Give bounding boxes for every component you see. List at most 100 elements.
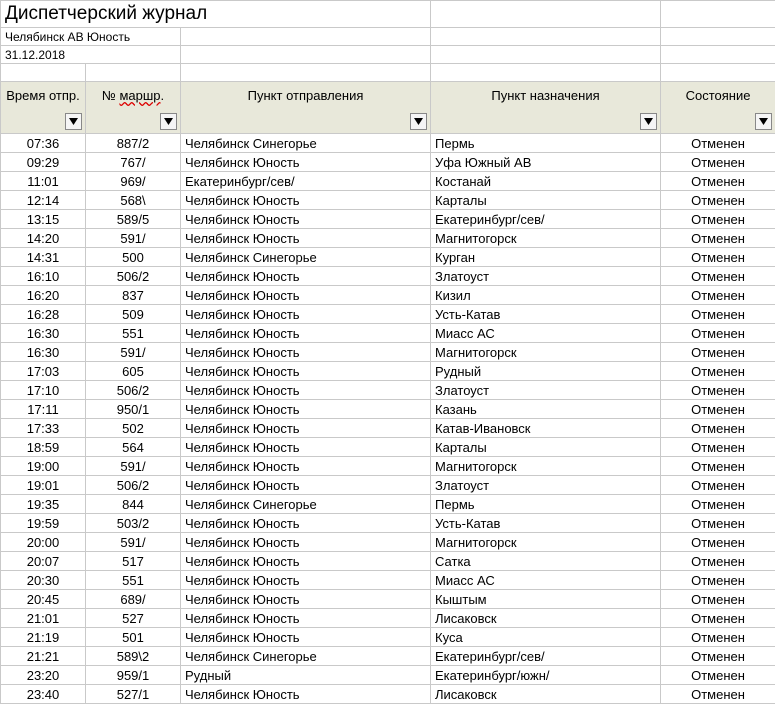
table-row: 16:28509Челябинск ЮностьУсть-КатавОтмене… xyxy=(1,305,775,324)
col-header-destination[interactable]: Пункт назначения xyxy=(431,82,661,134)
col-header-status[interactable]: Состояние xyxy=(661,82,775,134)
cell-status: Отменен xyxy=(661,172,775,191)
cell-departure: Челябинск Синегорье xyxy=(181,248,431,267)
cell-destination: Катав-Ивановск xyxy=(431,419,661,438)
cell-departure: Челябинск Синегорье xyxy=(181,647,431,666)
cell-route: 689/ xyxy=(86,590,181,609)
table-row: 19:59503/2Челябинск ЮностьУсть-КатавОтме… xyxy=(1,514,775,533)
cell-destination: Лисаковск xyxy=(431,609,661,628)
cell-destination: Костанай xyxy=(431,172,661,191)
cell-time: 20:07 xyxy=(1,552,86,571)
table-row: 16:30591/Челябинск ЮностьМагнитогорскОтм… xyxy=(1,343,775,362)
col-header-route[interactable]: № маршр. xyxy=(86,82,181,134)
filter-button-status[interactable] xyxy=(755,113,772,130)
col-header-time-label: Время отпр. xyxy=(6,88,80,103)
col-header-departure[interactable]: Пункт отправления xyxy=(181,82,431,134)
cell-route: 502 xyxy=(86,419,181,438)
cell-status: Отменен xyxy=(661,362,775,381)
cell-time: 23:20 xyxy=(1,666,86,685)
filter-button-time[interactable] xyxy=(65,113,82,130)
cell-time: 19:01 xyxy=(1,476,86,495)
cell-time: 19:00 xyxy=(1,457,86,476)
cell-destination: Магнитогорск xyxy=(431,343,661,362)
cell-destination: Усть-Катав xyxy=(431,305,661,324)
cell-destination: Куса xyxy=(431,628,661,647)
cell-destination: Кыштым xyxy=(431,590,661,609)
chevron-down-icon xyxy=(644,118,653,125)
cell-route: 501 xyxy=(86,628,181,647)
cell-destination: Златоуст xyxy=(431,381,661,400)
col-header-departure-label: Пункт отправления xyxy=(248,88,364,103)
page-title: Диспетчерский журнал xyxy=(1,1,431,28)
cell-time: 23:40 xyxy=(1,685,86,704)
cell-departure: Челябинск Синегорье xyxy=(181,134,431,153)
cell-time: 17:11 xyxy=(1,400,86,419)
date-row: 31.12.2018 xyxy=(1,46,775,64)
table-row: 19:35844Челябинск СинегорьеПермьОтменен xyxy=(1,495,775,514)
cell-route: 517 xyxy=(86,552,181,571)
cell-status: Отменен xyxy=(661,609,775,628)
cell-departure: Челябинск Юность xyxy=(181,153,431,172)
cell-departure: Челябинск Юность xyxy=(181,685,431,704)
cell-departure: Рудный xyxy=(181,666,431,685)
cell-status: Отменен xyxy=(661,685,775,704)
cell-route: 844 xyxy=(86,495,181,514)
col-header-time[interactable]: Время отпр. xyxy=(1,82,86,134)
filter-button-destination[interactable] xyxy=(640,113,657,130)
cell-time: 16:30 xyxy=(1,343,86,362)
cell-route: 589\2 xyxy=(86,647,181,666)
cell-route: 506/2 xyxy=(86,476,181,495)
cell-departure: Челябинск Юность xyxy=(181,324,431,343)
cell-destination: Казань xyxy=(431,400,661,419)
cell-route: 509 xyxy=(86,305,181,324)
cell-status: Отменен xyxy=(661,628,775,647)
cell-status: Отменен xyxy=(661,495,775,514)
cell-destination: Уфа Южный АВ xyxy=(431,153,661,172)
dispatcher-log-table: Диспетчерский журнал Челябинск АВ Юность… xyxy=(0,0,775,704)
cell-destination: Карталы xyxy=(431,191,661,210)
cell-time: 21:21 xyxy=(1,647,86,666)
cell-time: 09:29 xyxy=(1,153,86,172)
cell-status: Отменен xyxy=(661,229,775,248)
table-row: 07:36887/2Челябинск СинегорьеПермьОтмене… xyxy=(1,134,775,153)
cell-status: Отменен xyxy=(661,647,775,666)
cell-departure: Челябинск Юность xyxy=(181,305,431,324)
cell-time: 16:30 xyxy=(1,324,86,343)
cell-route: 506/2 xyxy=(86,381,181,400)
table-row: 16:10506/2Челябинск ЮностьЗлатоустОтмене… xyxy=(1,267,775,286)
log-date: 31.12.2018 xyxy=(1,46,181,64)
cell-destination: Магнитогорск xyxy=(431,457,661,476)
cell-route: 506/2 xyxy=(86,267,181,286)
chevron-down-icon xyxy=(164,118,173,125)
filter-button-departure[interactable] xyxy=(410,113,427,130)
col-header-destination-label: Пункт назначения xyxy=(491,88,599,103)
table-row: 20:30551Челябинск ЮностьМиасс АСОтменен xyxy=(1,571,775,590)
table-row: 16:20837Челябинск ЮностьКизилОтменен xyxy=(1,286,775,305)
cell-time: 19:59 xyxy=(1,514,86,533)
filter-button-route[interactable] xyxy=(160,113,177,130)
table-row: 20:00591/Челябинск ЮностьМагнитогорскОтм… xyxy=(1,533,775,552)
cell-destination: Карталы xyxy=(431,438,661,457)
cell-departure: Челябинск Юность xyxy=(181,476,431,495)
cell-destination: Миасс АС xyxy=(431,571,661,590)
cell-time: 21:01 xyxy=(1,609,86,628)
cell-destination: Екатеринбург/сев/ xyxy=(431,647,661,666)
cell-status: Отменен xyxy=(661,438,775,457)
cell-destination: Магнитогорск xyxy=(431,533,661,552)
cell-status: Отменен xyxy=(661,533,775,552)
cell-route: 591/ xyxy=(86,457,181,476)
cell-destination: Рудный xyxy=(431,362,661,381)
cell-departure: Челябинск Юность xyxy=(181,514,431,533)
cell-time: 20:00 xyxy=(1,533,86,552)
table-row: 21:19501Челябинск ЮностьКусаОтменен xyxy=(1,628,775,647)
table-row: 20:07517Челябинск ЮностьСаткаОтменен xyxy=(1,552,775,571)
table-row: 19:01506/2Челябинск ЮностьЗлатоустОтмене… xyxy=(1,476,775,495)
cell-time: 17:03 xyxy=(1,362,86,381)
cell-departure: Челябинск Юность xyxy=(181,552,431,571)
cell-route: 564 xyxy=(86,438,181,457)
cell-destination: Магнитогорск xyxy=(431,229,661,248)
cell-time: 16:10 xyxy=(1,267,86,286)
cell-status: Отменен xyxy=(661,457,775,476)
cell-route: 591/ xyxy=(86,229,181,248)
cell-route: 527/1 xyxy=(86,685,181,704)
